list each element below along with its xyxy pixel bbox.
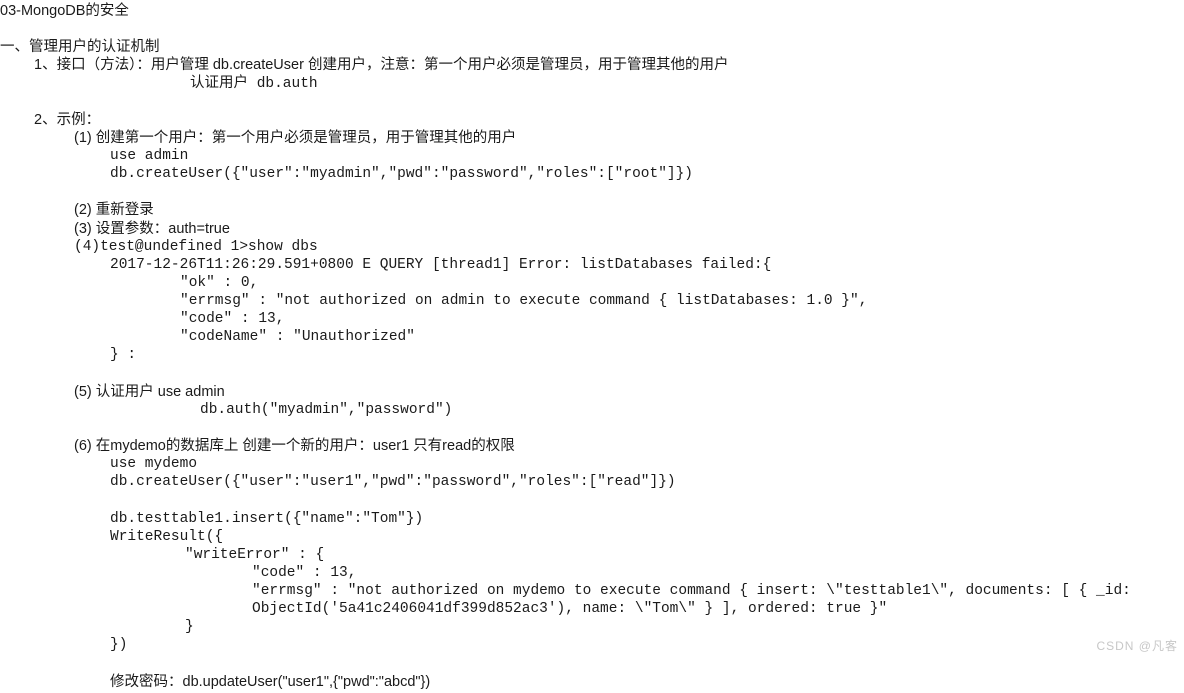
example-6-code: db.createUser({"user":"user1","pwd":"pas… (0, 473, 1184, 491)
example-6-update-pwd: 修改密码：db.updateUser("user1",{"pwd":"abcd"… (0, 673, 1184, 691)
blank-line (0, 419, 1184, 437)
example-4-output: 2017-12-26T11:26:29.591+0800 E QUERY [th… (0, 256, 1184, 274)
example-6-result: ObjectId('5a41c2406041df399d852ac3'), na… (0, 600, 1184, 618)
blank-line (0, 183, 1184, 201)
example-6-result: }) (0, 636, 1184, 654)
example-4-output: "codeName" : "Unauthorized" (0, 328, 1184, 346)
item-interface: 1、接口（方法）：用户管理 db.createUser 创建用户，注意：第一个用… (0, 56, 1184, 74)
blank-line (0, 20, 1184, 38)
item-examples-heading: 2、示例： (0, 111, 1184, 129)
example-1-title: (1) 创建第一个用户：第一个用户必须是管理员，用于管理其他的用户 (0, 129, 1184, 147)
example-5-code: db.auth("myadmin","password") (0, 401, 1184, 419)
section-heading: 一、管理用户的认证机制 (0, 38, 1184, 56)
example-4-output: "ok" : 0, (0, 274, 1184, 292)
item-interface-auth: 认证用户 db.auth (0, 75, 1184, 93)
blank-line (0, 93, 1184, 111)
blank-line (0, 365, 1184, 383)
example-4-output: } : (0, 346, 1184, 364)
example-2: (2) 重新登录 (0, 201, 1184, 219)
example-6-code: use mydemo (0, 455, 1184, 473)
example-6-insert: db.testtable1.insert({"name":"Tom"}) (0, 510, 1184, 528)
example-6-title: (6) 在mydemo的数据库上 创建一个新的用户：user1 只有read的权… (0, 437, 1184, 455)
example-4-output: "code" : 13, (0, 310, 1184, 328)
blank-line (0, 655, 1184, 673)
example-6-result: "errmsg" : "not authorized on mydemo to … (0, 582, 1184, 600)
blank-line (0, 491, 1184, 509)
doc-title: 03-MongoDB的安全 (0, 2, 1184, 20)
example-4-cmd: (4)test@undefined 1>show dbs (0, 238, 1184, 256)
example-6-result: "code" : 13, (0, 564, 1184, 582)
example-3: (3) 设置参数：auth=true (0, 220, 1184, 238)
example-1-code: use admin (0, 147, 1184, 165)
example-6-result: } (0, 618, 1184, 636)
csdn-watermark: CSDN @凡客 (1096, 639, 1178, 654)
example-6-result: WriteResult({ (0, 528, 1184, 546)
example-6-result: "writeError" : { (0, 546, 1184, 564)
example-4-output: "errmsg" : "not authorized on admin to e… (0, 292, 1184, 310)
example-5-title: (5) 认证用户 use admin (0, 383, 1184, 401)
example-1-code: db.createUser({"user":"myadmin","pwd":"p… (0, 165, 1184, 183)
